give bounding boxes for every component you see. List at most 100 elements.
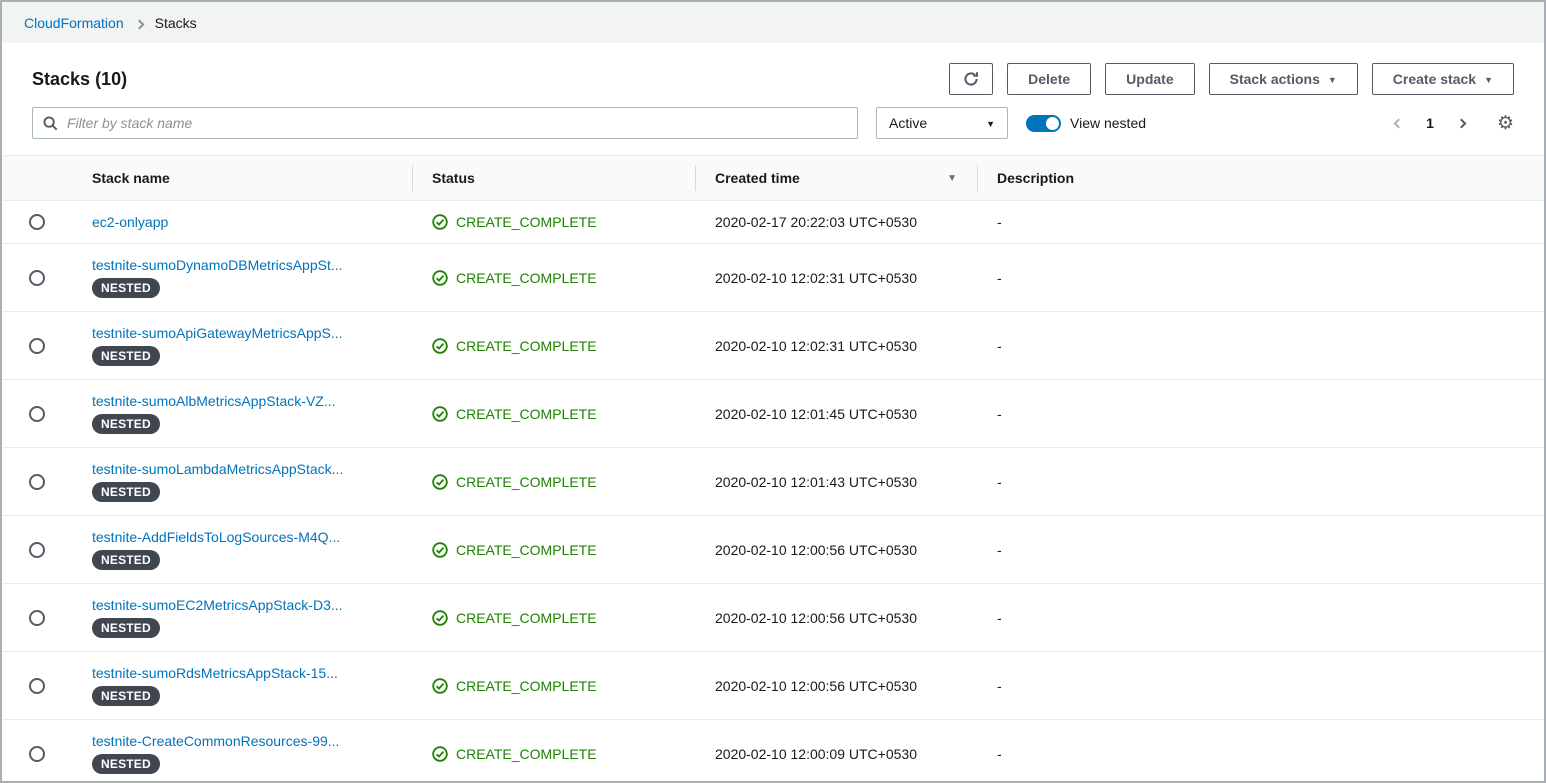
status-cell: CREATE_COMPLETE: [412, 529, 695, 571]
table-row[interactable]: testnite-sumoApiGatewayMetricsAppS... NE…: [2, 312, 1544, 380]
stack-name-link[interactable]: testnite-sumoDynamoDBMetricsAppSt...: [92, 257, 343, 273]
stack-name-link[interactable]: testnite-sumoRdsMetricsAppStack-15...: [92, 665, 338, 681]
status-cell: CREATE_COMPLETE: [412, 461, 695, 503]
description-cell: -: [977, 201, 1544, 243]
status-filter-value: Active: [889, 115, 927, 131]
row-select-cell: [2, 461, 72, 503]
status-cell: CREATE_COMPLETE: [412, 733, 695, 775]
stack-name-cell: testnite-sumoLambdaMetricsAppStack... NE…: [72, 448, 412, 515]
row-radio-button[interactable]: [29, 270, 45, 286]
delete-button[interactable]: Delete: [1007, 63, 1091, 95]
update-button[interactable]: Update: [1105, 63, 1194, 95]
row-select-cell: [2, 257, 72, 299]
table-row[interactable]: testnite-AddFieldsToLogSources-M4Q... NE…: [2, 516, 1544, 584]
row-radio-button[interactable]: [29, 678, 45, 694]
status-cell: CREATE_COMPLETE: [412, 201, 695, 243]
stack-name-link[interactable]: testnite-CreateCommonResources-99...: [92, 733, 339, 749]
nested-badge: NESTED: [92, 550, 160, 570]
stack-name-link[interactable]: testnite-sumoEC2MetricsAppStack-D3...: [92, 597, 343, 613]
description-cell: -: [977, 257, 1544, 299]
status-text: CREATE_COMPLETE: [456, 746, 597, 762]
header-actions: Delete Update Stack actions ▼ Create sta…: [949, 63, 1514, 95]
status-text: CREATE_COMPLETE: [456, 214, 597, 230]
breadcrumb-cloudformation[interactable]: CloudFormation: [24, 15, 124, 31]
status-filter-select[interactable]: Active ▼: [876, 107, 1008, 139]
caret-down-icon: ▼: [986, 120, 995, 129]
nested-badge: NESTED: [92, 686, 160, 706]
row-radio-button[interactable]: [29, 610, 45, 626]
stack-count: (10): [95, 69, 127, 89]
sort-desc-icon[interactable]: ▼: [947, 173, 957, 184]
created-time-cell: 2020-02-10 12:02:31 UTC+0530: [695, 325, 977, 367]
panel-header: Stacks (10) Delete Update Stack actions …: [2, 43, 1544, 107]
row-select-cell: [2, 733, 72, 775]
caret-down-icon: ▼: [1328, 76, 1337, 85]
header-status[interactable]: Status: [412, 156, 695, 200]
success-check-icon: [432, 746, 448, 762]
row-radio-button[interactable]: [29, 474, 45, 490]
stack-name-link[interactable]: testnite-sumoApiGatewayMetricsAppS...: [92, 325, 343, 341]
table-row[interactable]: testnite-sumoDynamoDBMetricsAppSt... NES…: [2, 244, 1544, 312]
caret-down-icon: ▼: [1484, 76, 1493, 85]
header-stack-name[interactable]: Stack name: [72, 156, 412, 200]
table-row[interactable]: testnite-sumoEC2MetricsAppStack-D3... NE…: [2, 584, 1544, 652]
created-time-cell: 2020-02-10 12:00:56 UTC+0530: [695, 597, 977, 639]
stack-name-link[interactable]: ec2-onlyapp: [92, 214, 168, 230]
created-time-cell: 2020-02-10 12:00:09 UTC+0530: [695, 733, 977, 775]
refresh-button[interactable]: [949, 63, 993, 95]
table-row[interactable]: testnite-CreateCommonResources-99... NES…: [2, 720, 1544, 783]
stack-filter-box[interactable]: [32, 107, 858, 139]
header-select-column: [2, 156, 72, 200]
status-cell: CREATE_COMPLETE: [412, 257, 695, 299]
create-stack-button[interactable]: Create stack ▼: [1372, 63, 1514, 95]
success-check-icon: [432, 474, 448, 490]
table-body: ec2-onlyapp CREATE_COMPLETE 2020-02-17 2…: [2, 201, 1544, 783]
nested-badge: NESTED: [92, 618, 160, 638]
table-row[interactable]: testnite-sumoLambdaMetricsAppStack... NE…: [2, 448, 1544, 516]
row-radio-button[interactable]: [29, 214, 45, 230]
toggle-knob: [1046, 117, 1059, 130]
stack-actions-button[interactable]: Stack actions ▼: [1209, 63, 1358, 95]
page-number[interactable]: 1: [1426, 115, 1434, 131]
description-cell: -: [977, 325, 1544, 367]
breadcrumb-chevron-icon: [136, 15, 143, 31]
row-radio-button[interactable]: [29, 746, 45, 762]
status-text: CREATE_COMPLETE: [456, 338, 597, 354]
filter-row: Active ▼ View nested 1 ⚙: [2, 107, 1544, 155]
stack-name-link[interactable]: testnite-sumoLambdaMetricsAppStack...: [92, 461, 343, 477]
stack-name-cell: testnite-sumoDynamoDBMetricsAppSt... NES…: [72, 244, 412, 311]
table-row[interactable]: ec2-onlyapp CREATE_COMPLETE 2020-02-17 2…: [2, 201, 1544, 244]
table-row[interactable]: testnite-sumoRdsMetricsAppStack-15... NE…: [2, 652, 1544, 720]
stack-actions-label: Stack actions: [1230, 71, 1320, 87]
created-time-cell: 2020-02-10 12:00:56 UTC+0530: [695, 529, 977, 571]
success-check-icon: [432, 542, 448, 558]
row-radio-button[interactable]: [29, 406, 45, 422]
nested-badge: NESTED: [92, 482, 160, 502]
description-cell: -: [977, 665, 1544, 707]
header-created-time-label: Created time: [715, 170, 800, 186]
created-time-cell: 2020-02-10 12:01:43 UTC+0530: [695, 461, 977, 503]
stack-name-link[interactable]: testnite-AddFieldsToLogSources-M4Q...: [92, 529, 340, 545]
status-text: CREATE_COMPLETE: [456, 542, 597, 558]
search-input[interactable]: [67, 115, 847, 131]
table-row[interactable]: testnite-sumoAlbMetricsAppStack-VZ... NE…: [2, 380, 1544, 448]
next-page-icon[interactable]: [1454, 116, 1469, 131]
view-nested-toggle[interactable]: [1026, 115, 1061, 132]
gear-icon[interactable]: ⚙: [1497, 114, 1514, 133]
row-radio-button[interactable]: [29, 338, 45, 354]
stack-name-link[interactable]: testnite-sumoAlbMetricsAppStack-VZ...: [92, 393, 336, 409]
view-nested-label: View nested: [1070, 115, 1146, 131]
description-cell: -: [977, 461, 1544, 503]
header-description[interactable]: Description: [977, 156, 1544, 200]
header-created-time[interactable]: Created time ▼: [695, 156, 977, 200]
status-cell: CREATE_COMPLETE: [412, 393, 695, 435]
success-check-icon: [432, 338, 448, 354]
stack-name-cell: testnite-sumoAlbMetricsAppStack-VZ... NE…: [72, 380, 412, 447]
row-radio-button[interactable]: [29, 542, 45, 558]
row-select-cell: [2, 529, 72, 571]
created-time-cell: 2020-02-10 12:01:45 UTC+0530: [695, 393, 977, 435]
description-cell: -: [977, 393, 1544, 435]
previous-page-icon[interactable]: [1391, 116, 1406, 131]
cloudformation-stacks-page: CloudFormation Stacks Stacks (10) Delete…: [0, 0, 1546, 783]
nested-badge: NESTED: [92, 278, 160, 298]
